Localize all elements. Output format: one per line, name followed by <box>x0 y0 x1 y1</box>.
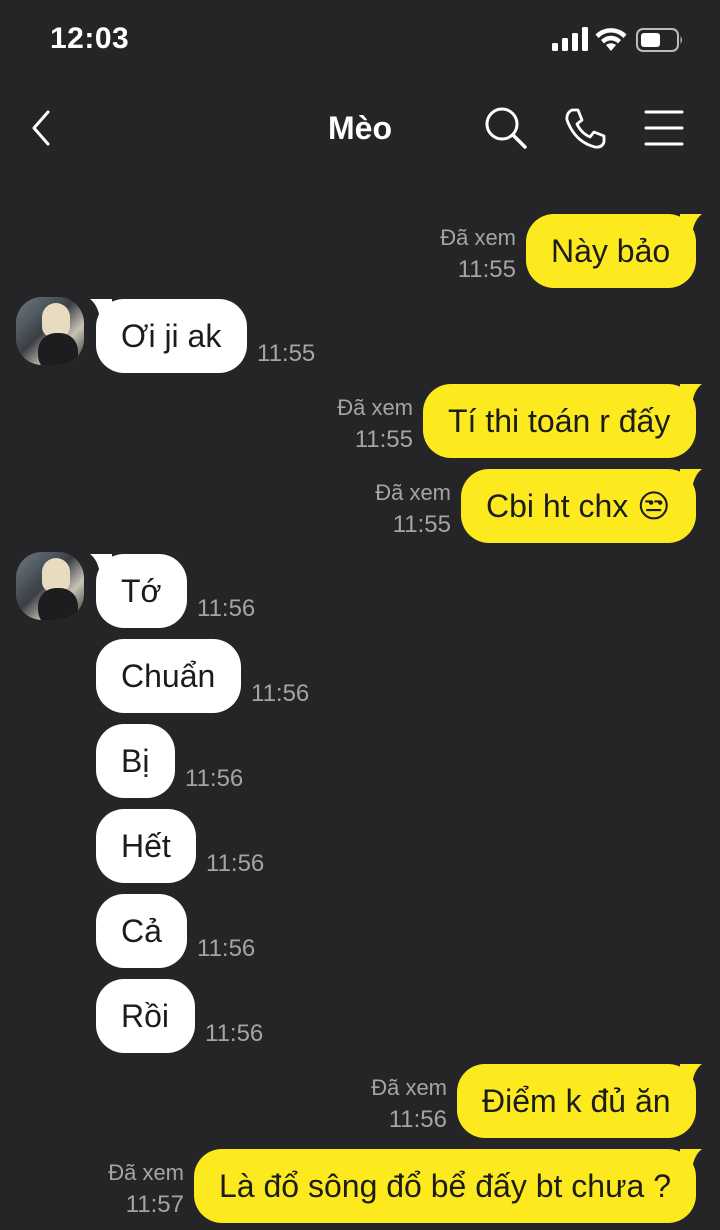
seen-label: Đã xem <box>440 225 516 250</box>
sent-message: Này bảo Đã xem 11:55 <box>0 214 720 288</box>
message-meta: Đã xem 11:55 <box>337 392 413 456</box>
bubble-tail-icon <box>680 1064 702 1084</box>
message-bubble[interactable]: Này bảo <box>526 214 696 288</box>
received-message: Rồi 11:56 <box>0 979 720 1053</box>
message-bubble[interactable]: Cbi ht chx 😒 <box>461 469 696 543</box>
message-list[interactable]: Này bảo Đã xem 11:55 Ơi ji ak 11:55 Tí thi to… <box>0 0 720 1230</box>
message-time: 11:56 <box>197 595 256 622</box>
sent-message: Là đổ sông đổ bể đấy bt chưa ? Đã xem 11:5… <box>0 1149 720 1223</box>
received-message: Chuẩn 11:56 <box>0 639 720 713</box>
message-time: 11:57 <box>125 1191 184 1218</box>
message-time: 11:56 <box>205 1020 264 1047</box>
message-meta: Đã xem 11:57 <box>108 1157 184 1221</box>
received-message: Ơi ji ak 11:55 <box>0 297 720 373</box>
seen-label: Đã xem <box>375 480 451 505</box>
sent-message: Tí thi toán r đấy Đã xem 11:55 <box>0 384 720 458</box>
message-bubble[interactable]: Tớ <box>96 554 187 628</box>
avatar[interactable] <box>16 552 84 620</box>
message-time: 11:55 <box>257 340 316 367</box>
message-time: 11:56 <box>388 1106 447 1133</box>
avatar[interactable] <box>16 297 84 365</box>
message-bubble[interactable]: Ơi ji ak <box>96 299 247 373</box>
received-message: Cả 11:56 <box>0 894 720 968</box>
seen-label: Đã xem <box>108 1160 184 1185</box>
sent-message: Cbi ht chx 😒 Đã xem 11:55 <box>0 469 720 543</box>
message-bubble[interactable]: Hết <box>96 809 196 883</box>
message-meta: Đã xem 11:55 <box>440 222 516 286</box>
message-time: 11:56 <box>251 680 310 707</box>
received-message: Hết 11:56 <box>0 809 720 883</box>
received-message: Tớ 11:56 <box>0 552 720 628</box>
seen-label: Đã xem <box>337 395 413 420</box>
message-bubble[interactable]: Tí thi toán r đấy <box>423 384 696 458</box>
message-time: 11:55 <box>354 426 413 453</box>
bubble-tail-icon <box>680 469 702 489</box>
message-bubble[interactable]: Cả <box>96 894 187 968</box>
message-bubble[interactable]: Điểm k đủ ăn <box>457 1064 696 1138</box>
message-bubble[interactable]: Là đổ sông đổ bể đấy bt chưa ? <box>194 1149 696 1223</box>
message-meta: Đã xem 11:55 <box>375 477 451 541</box>
message-time: 11:56 <box>197 935 256 962</box>
message-time: 11:55 <box>392 511 451 538</box>
message-meta: Đã xem 11:56 <box>371 1072 447 1136</box>
message-bubble[interactable]: Rồi <box>96 979 195 1053</box>
sent-message: Điểm k đủ ăn Đã xem 11:56 <box>0 1064 720 1138</box>
message-time: 11:56 <box>185 765 244 792</box>
message-time: 11:55 <box>457 256 516 283</box>
bubble-tail-icon <box>680 384 702 404</box>
bubble-tail-icon <box>680 1149 702 1169</box>
bubble-tail-icon <box>680 214 702 234</box>
received-message: Bị 11:56 <box>0 724 720 798</box>
message-time: 11:56 <box>206 850 265 877</box>
message-bubble[interactable]: Chuẩn <box>96 639 241 713</box>
message-bubble[interactable]: Bị <box>96 724 175 798</box>
seen-label: Đã xem <box>371 1075 447 1100</box>
